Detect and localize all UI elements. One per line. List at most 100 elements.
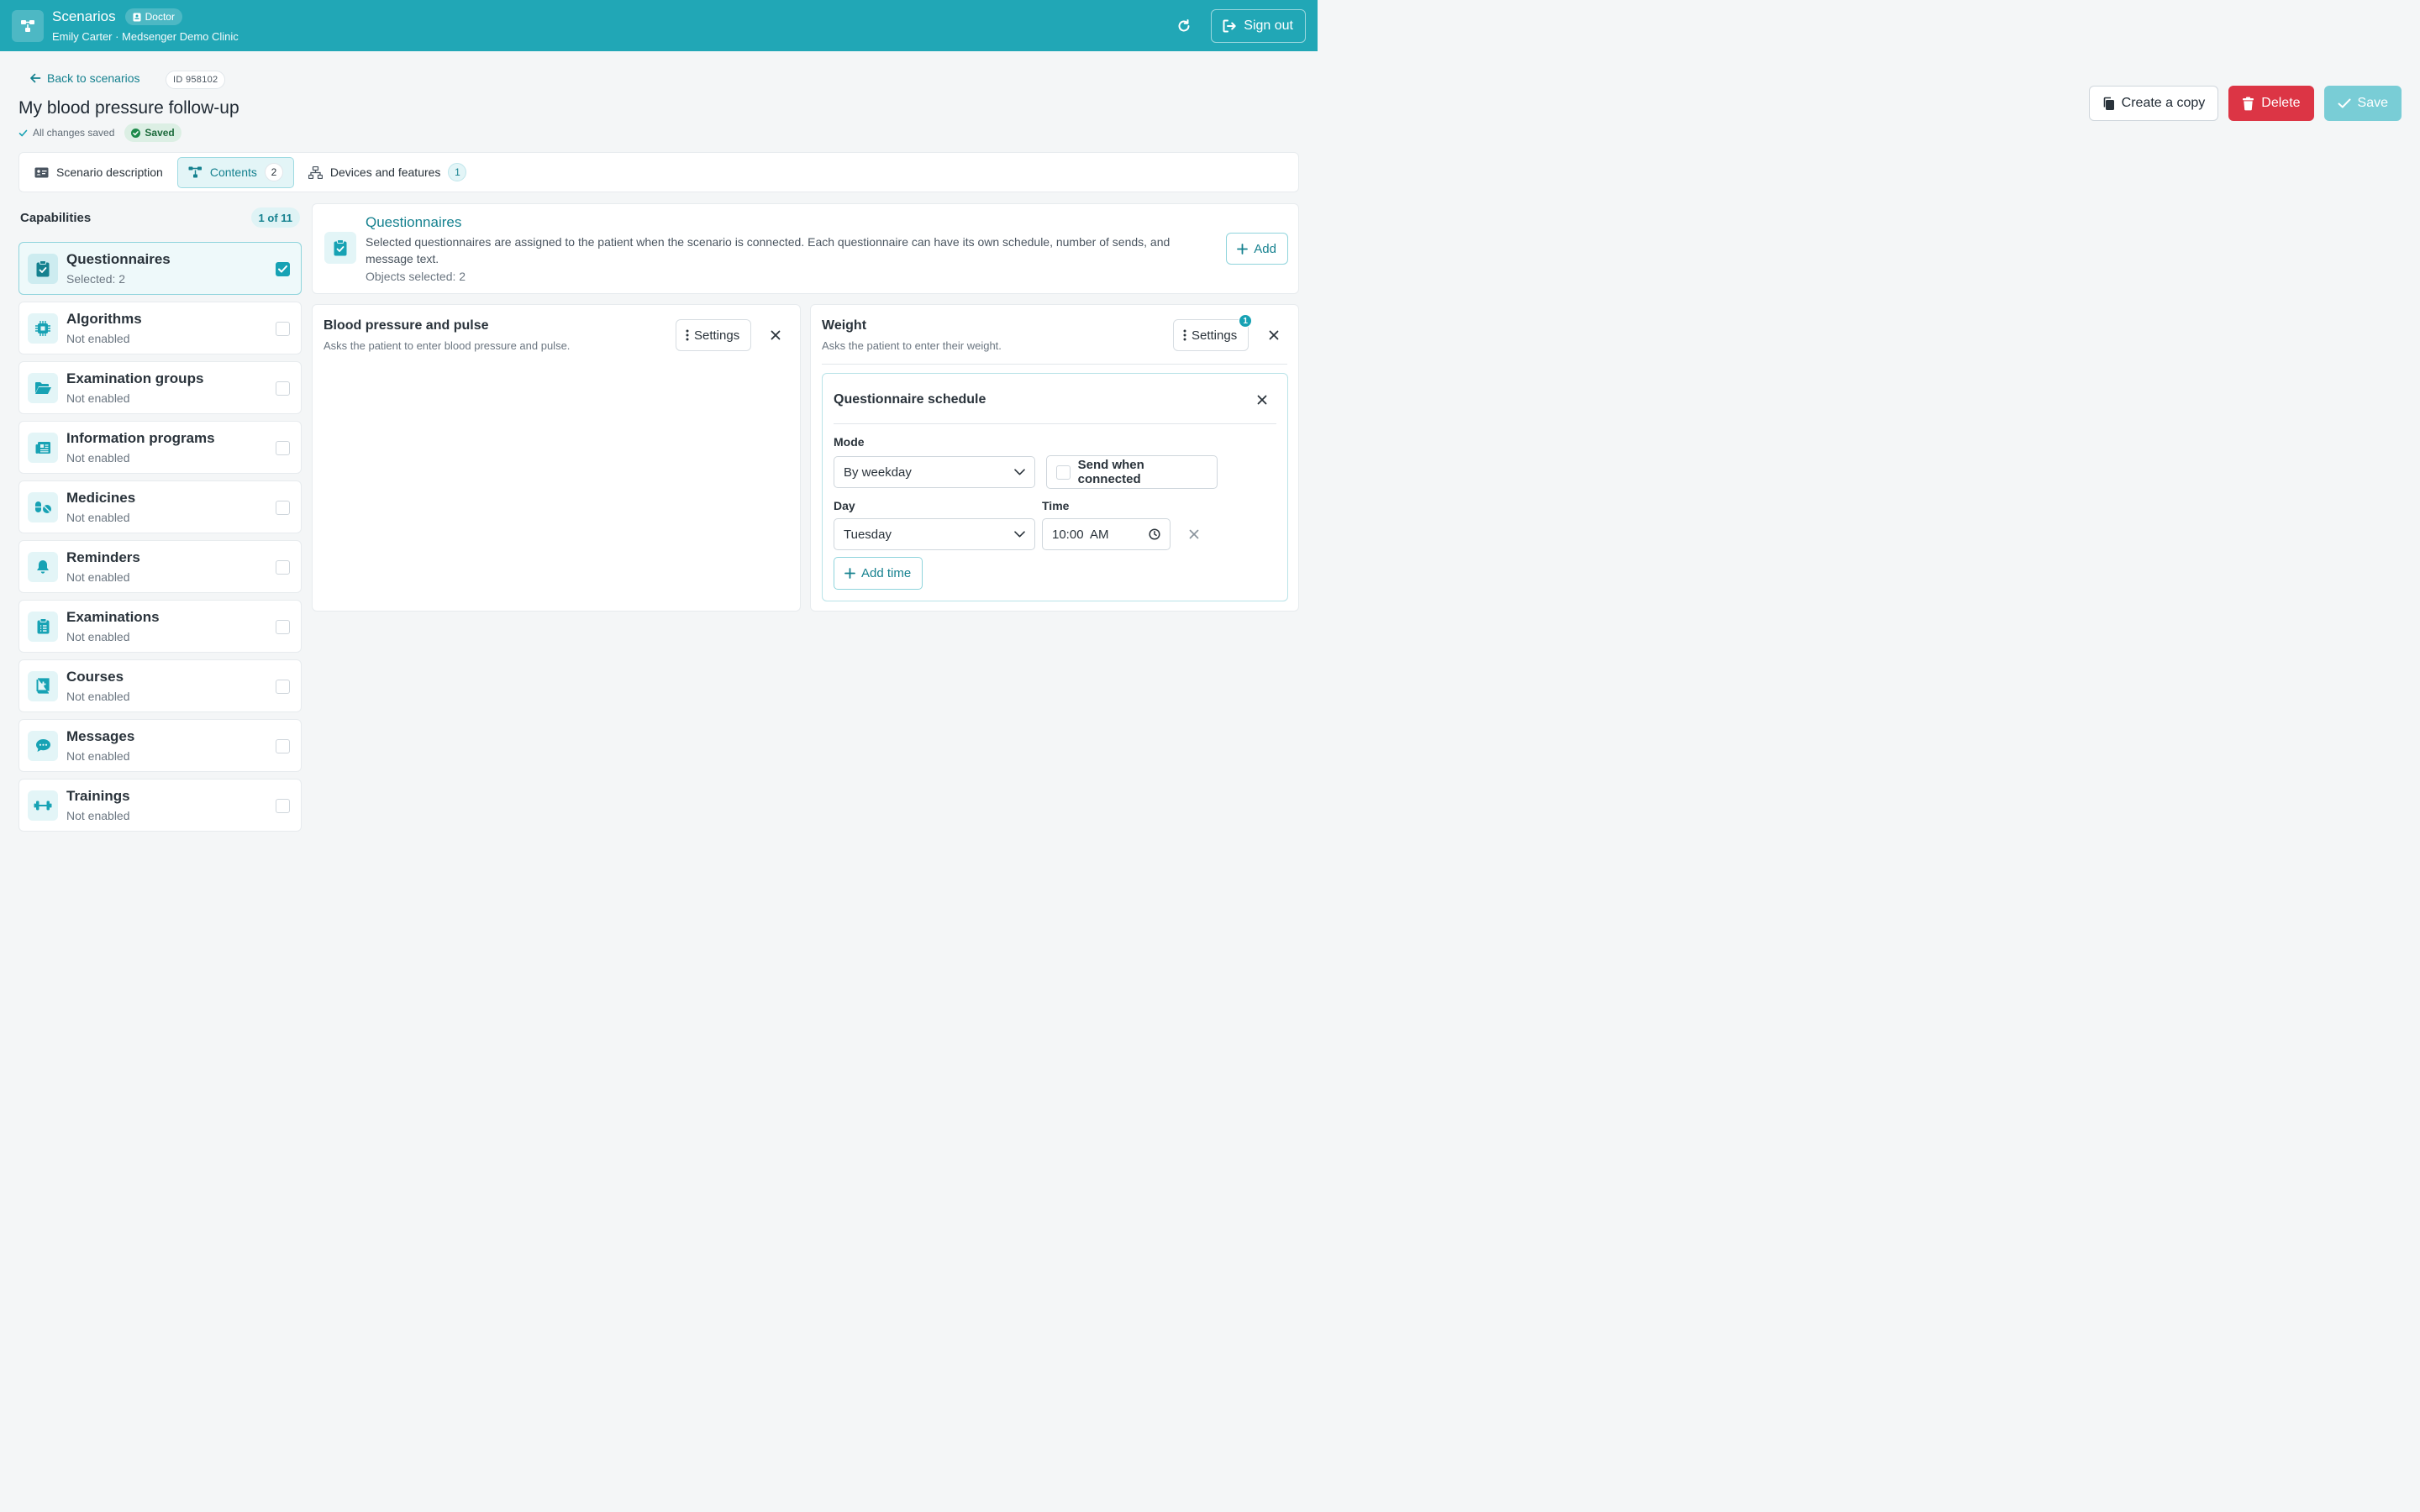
capability-messages[interactable]: Messages Not enabled	[18, 719, 302, 772]
bell-icon	[37, 559, 49, 574]
pills-icon	[34, 501, 51, 513]
checkbox[interactable]	[1056, 465, 1071, 480]
remove-questionnaire-icon[interactable]	[1265, 327, 1282, 344]
capability-checkbox[interactable]	[276, 739, 290, 753]
questionnaire-schedule-panel: Questionnaire schedule Mode By weekday S…	[822, 373, 1288, 601]
capability-information-programs[interactable]: Information programs Not enabled	[18, 421, 302, 474]
time-input[interactable]: 10:00 AM	[1042, 518, 1171, 550]
capability-checkbox[interactable]	[276, 441, 290, 455]
brand-block: Scenarios Doctor Emily Carter · Medsenge…	[52, 8, 239, 43]
capabilities-count-badge: 1 of 11	[250, 207, 300, 228]
tab-label: Devices and features	[329, 165, 441, 179]
day-select[interactable]: Tuesday	[834, 518, 1035, 550]
send-when-connected-label: Send when connected	[1077, 458, 1144, 486]
questionnaire-settings-button[interactable]: Settings	[676, 319, 752, 351]
questionnaire-settings-button[interactable]: Settings 1	[1173, 314, 1253, 351]
tab-count-badge: 1	[448, 163, 467, 181]
capability-algorithms[interactable]: Algorithms Not enabled	[18, 302, 302, 354]
capability-status: Not enabled	[66, 451, 130, 465]
tab-label: Contents	[209, 165, 257, 179]
capabilities-list: Questionnaires Selected: 2 Algorithms Not …	[18, 242, 302, 838]
back-to-scenarios-link[interactable]: Back to scenarios	[29, 71, 140, 85]
capabilities-header: Capabilities 1 of 11	[20, 207, 300, 228]
close-schedule-icon[interactable]	[1254, 391, 1270, 408]
refresh-icon[interactable]	[1172, 14, 1196, 38]
capability-reminders[interactable]: Reminders Not enabled	[18, 540, 302, 593]
save-status: All changes saved Saved	[18, 123, 182, 142]
id-card-icon	[34, 167, 49, 177]
capability-checkbox[interactable]	[276, 322, 290, 336]
role-label: Doctor	[145, 11, 175, 23]
top-bar: Scenarios Doctor Emily Carter · Medsenge…	[0, 0, 1318, 51]
settings-label: Settings	[694, 328, 740, 343]
role-badge: Doctor	[124, 8, 182, 25]
network-icon	[308, 165, 323, 179]
remove-questionnaire-icon[interactable]	[767, 327, 784, 344]
send-when-connected-checkbox[interactable]: Send when connected	[1046, 455, 1218, 489]
create-copy-button[interactable]: Create a copy	[2088, 86, 2219, 121]
tab-devices-and-features[interactable]: Devices and features 1	[297, 157, 478, 188]
questionnaire-description: Asks the patient to enter their weight.	[822, 339, 1002, 352]
capability-checkbox[interactable]	[276, 799, 290, 813]
capability-checkbox[interactable]	[276, 560, 290, 575]
questionnaire-card: Blood pressure and pulse Asks the patien…	[312, 304, 801, 612]
tab-label: Scenario description	[56, 165, 163, 179]
sign-out-button[interactable]: Sign out	[1211, 8, 1306, 43]
capability-medicines[interactable]: Medicines Not enabled	[18, 480, 302, 533]
capability-examination-groups[interactable]: Examination groups Not enabled	[18, 361, 302, 414]
check-icon	[278, 265, 287, 273]
clock-icon[interactable]	[1149, 528, 1160, 540]
saved-badge-label: Saved	[145, 127, 175, 139]
capability-status: Not enabled	[66, 809, 130, 822]
vertical-dots-icon	[686, 329, 689, 341]
chevron-down-icon	[1014, 469, 1025, 475]
objects-selected-count: Objects selected: 2	[366, 270, 466, 283]
tab-scenario-description[interactable]: Scenario description	[24, 157, 174, 188]
clipboard-check-icon	[334, 239, 347, 256]
page-actions: Create a copy Delete Save	[2088, 86, 2402, 121]
delete-label: Delete	[2261, 96, 2301, 110]
mode-value: By weekday	[844, 465, 912, 480]
capability-checkbox[interactable]	[276, 680, 290, 694]
mode-select[interactable]: By weekday	[834, 456, 1035, 488]
delete-button[interactable]: Delete	[2228, 86, 2314, 121]
scenario-logo-icon[interactable]	[12, 9, 44, 42]
capability-name: Algorithms	[66, 311, 142, 327]
check-icon	[2338, 98, 2351, 108]
autosave-text: All changes saved	[33, 127, 115, 139]
capability-courses[interactable]: Courses Not enabled	[18, 659, 302, 712]
tab-contents[interactable]: Contents 2	[176, 156, 294, 188]
capability-checkbox[interactable]	[276, 381, 290, 396]
sitemap-icon	[188, 166, 202, 178]
capability-trainings[interactable]: Trainings Not enabled	[18, 779, 302, 832]
questionnaire-title: Blood pressure and pulse	[324, 318, 489, 333]
save-button[interactable]: Save	[2323, 86, 2402, 121]
plus-icon	[844, 568, 855, 579]
capability-questionnaires[interactable]: Questionnaires Selected: 2	[18, 242, 302, 295]
capability-name: Reminders	[66, 549, 140, 565]
capability-name: Medicines	[66, 490, 136, 506]
save-label: Save	[2357, 96, 2388, 110]
user-clinic-line: Emily Carter · Medsenger Demo Clinic	[52, 30, 239, 43]
capability-checkbox[interactable]	[276, 620, 290, 634]
chevron-down-icon	[1014, 531, 1025, 538]
add-time-label: Add time	[861, 566, 912, 580]
capability-checkbox[interactable]	[276, 262, 290, 276]
remove-time-icon[interactable]	[1187, 528, 1201, 541]
day-label: Day	[834, 499, 855, 512]
clipboard-list-icon	[37, 618, 49, 634]
capability-examinations[interactable]: Examinations Not enabled	[18, 600, 302, 653]
divider	[834, 423, 1276, 424]
capability-name: Messages	[66, 728, 135, 744]
capability-checkbox[interactable]	[276, 501, 290, 515]
clipboard-check-icon	[36, 260, 50, 276]
add-questionnaire-button[interactable]: Add	[1226, 233, 1288, 265]
sign-out-label: Sign out	[1244, 18, 1293, 33]
questionnaire-card: Weight Asks the patient to enter their w…	[810, 304, 1299, 612]
page-title: My blood pressure follow-up	[18, 98, 239, 118]
add-time-button[interactable]: Add time	[834, 557, 923, 590]
capability-name: Trainings	[66, 788, 130, 804]
capability-name: Examinations	[66, 609, 160, 625]
capability-status: Not enabled	[66, 630, 130, 643]
chat-bubble-icon	[35, 739, 50, 752]
